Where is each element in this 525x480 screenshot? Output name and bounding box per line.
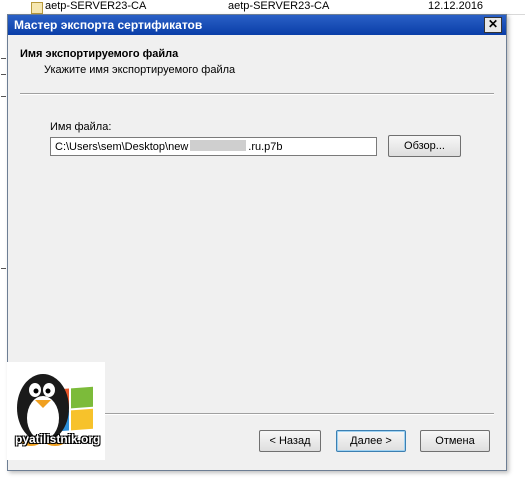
background-expiry-date: 12.12.2016 — [428, 0, 484, 12]
dialog-title: Мастер экспорта сертификатов — [14, 18, 203, 32]
site-logo: pyatilistnik.org — [7, 362, 105, 460]
close-icon: ✕ — [487, 17, 499, 31]
page-title: Имя экспортируемого файла — [20, 48, 179, 60]
file-path-end: .ru.p7b — [248, 141, 283, 153]
redacted-region — [190, 140, 247, 151]
next-button[interactable]: Далее > — [336, 430, 406, 452]
back-button[interactable]: < Назад — [259, 430, 321, 452]
file-path-start: C:\Users\sem\Desktop\new — [55, 141, 189, 153]
background-issued-to: aetp-SERVER23-CA — [45, 0, 147, 12]
logo-text: pyatilistnik.org — [15, 432, 101, 446]
file-name-label: Имя файла: — [50, 121, 112, 133]
page-subtitle: Укажите имя экспортируемого файла — [44, 64, 236, 76]
file-name-input[interactable]: C:\Users\sem\Desktop\new .ru.p7b — [50, 137, 377, 156]
wizard-header: Имя экспортируемого файла Укажите имя эк… — [8, 35, 506, 93]
close-button[interactable]: ✕ — [484, 17, 502, 33]
browse-button[interactable]: Обзор... — [388, 135, 461, 157]
header-divider — [20, 93, 494, 95]
cancel-button[interactable]: Отмена — [420, 430, 490, 452]
background-issued-by: aetp-SERVER23-CA — [228, 0, 330, 12]
certificate-icon — [31, 2, 43, 14]
title-bar[interactable]: Мастер экспорта сертификатов ✕ — [8, 15, 506, 35]
background-list-row: aetp-SERVER23-CA aetp-SERVER23-CA 12.12.… — [0, 0, 525, 15]
